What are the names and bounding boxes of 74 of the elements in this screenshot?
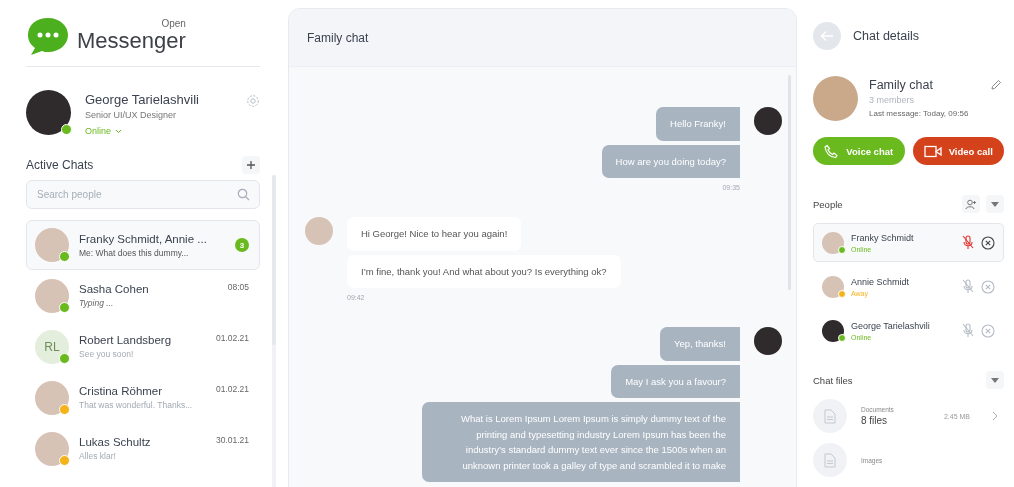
person-name: Annie Schmidt xyxy=(851,276,911,287)
edit-icon[interactable] xyxy=(990,79,1002,91)
muted-mic-icon[interactable] xyxy=(962,323,974,338)
chat-list-item[interactable]: Lukas Schultz Alles klar! 30.01.21 xyxy=(26,423,260,474)
collapse-button[interactable] xyxy=(986,371,1004,389)
last-message-time: Last message: Today, 09:56 xyxy=(869,109,970,118)
contact-name: Sasha Cohen xyxy=(79,283,150,295)
contact-name: Cristina Röhmer xyxy=(79,385,164,397)
add-person-button[interactable] xyxy=(962,195,980,213)
group-name: Family chat xyxy=(869,78,934,92)
phone-icon xyxy=(824,143,840,159)
video-call-button[interactable]: Video call xyxy=(912,137,1004,165)
message-preview: That was wonderful. Thanks... xyxy=(79,400,194,410)
logo-subtitle: Open xyxy=(161,19,186,29)
section-title: Active Chats xyxy=(26,158,94,172)
message-bubble: Yep, thanks! xyxy=(660,327,740,361)
chat-list-item[interactable]: Franky Schmidt, Annie ... Me: What does this dummy... 3 xyxy=(26,220,260,270)
avatar-photo-placeholder xyxy=(305,217,333,245)
message-preview: Alles klar! xyxy=(79,451,117,461)
search-icon xyxy=(237,188,250,201)
plus-icon xyxy=(246,160,256,170)
avatar-photo-placeholder xyxy=(754,107,782,135)
message-bubble: Hello Franky! xyxy=(656,107,740,141)
document-icon xyxy=(813,443,847,477)
chat-list-item[interactable]: Sasha Cohen Typing ... 08:05 xyxy=(26,270,260,321)
person-name: George Tarielashvili xyxy=(851,320,931,331)
back-button[interactable] xyxy=(813,22,841,50)
chat-title: Family chat xyxy=(307,30,369,45)
message-preview: Me: What does this dummy... xyxy=(79,247,190,258)
member-count: 3 members xyxy=(869,95,915,105)
message-time: 08:05 xyxy=(227,282,249,292)
message-preview: See you soon! xyxy=(79,349,135,359)
add-person-icon xyxy=(965,198,977,210)
message-bubble: How are you doing today? xyxy=(601,144,740,178)
person-name: Franky Schmidt xyxy=(851,232,915,243)
app-title: Messenger xyxy=(77,29,186,53)
message-time: 30.01.21 xyxy=(215,435,249,445)
message-time: 01.02.21 xyxy=(215,384,249,394)
settings-icon[interactable] xyxy=(246,94,260,108)
group-photo-placeholder xyxy=(813,76,858,121)
muted-mic-icon[interactable] xyxy=(962,235,974,250)
unread-count: 3 xyxy=(235,238,249,252)
avatar-photo-placeholder xyxy=(26,90,71,135)
remove-icon[interactable] xyxy=(981,235,995,250)
caret-icon xyxy=(991,377,999,383)
avatar-photo-placeholder xyxy=(754,327,782,355)
contact-name: Robert Landsberg xyxy=(79,334,173,346)
contact-name: Lukas Schultz xyxy=(79,436,152,448)
message-bubble: I’m fine, thank you! And what about you? Is everything ok? xyxy=(347,254,621,288)
user-name: George Tarielashvili xyxy=(85,92,200,107)
message-time: 01.02.21 xyxy=(215,333,249,343)
search-field[interactable]: Search people xyxy=(26,180,260,209)
arrow-left-icon xyxy=(820,30,834,42)
chevron-right-icon xyxy=(992,411,998,421)
panel-title: Chat details xyxy=(853,29,919,43)
file-count: 8 files xyxy=(861,415,889,426)
initials-avatar: RL xyxy=(35,329,69,364)
collapse-button[interactable] xyxy=(986,195,1004,213)
document-icon xyxy=(813,399,847,433)
chat-list-item[interactable]: Cristina Röhmer That was wonderful. Thanks... 01.02.21 xyxy=(26,372,260,423)
message-bubble: What is Lorem Ipsum Lorem Ipsum is simply dummy text of the printing and typesetting industry Lorem Ipsum has been the industry’s standard dummy text ever since the 1500s when an unknown printer took a galley of type and scrambled it to make xyxy=(422,402,740,482)
caret-icon xyxy=(991,201,999,207)
video-camera-icon xyxy=(923,144,942,158)
user-role: Senior UI/UX Designer xyxy=(85,110,178,120)
message-preview: Typing ... xyxy=(79,298,115,308)
muted-mic-icon[interactable] xyxy=(962,279,974,294)
chat-bubble-logo-icon xyxy=(26,16,70,56)
section-title: Chat files xyxy=(813,374,853,386)
section-title: People xyxy=(813,198,843,210)
contact-name: Franky Schmidt, Annie ... xyxy=(79,232,208,245)
chat-list-item[interactable]: RL Robert Landsberg See you soon! 01.02.21 xyxy=(26,321,260,372)
caret-icon xyxy=(115,128,122,134)
add-chat-button[interactable] xyxy=(242,156,260,174)
message-bubble: Hi George! Nice to hear you again! xyxy=(347,217,522,251)
